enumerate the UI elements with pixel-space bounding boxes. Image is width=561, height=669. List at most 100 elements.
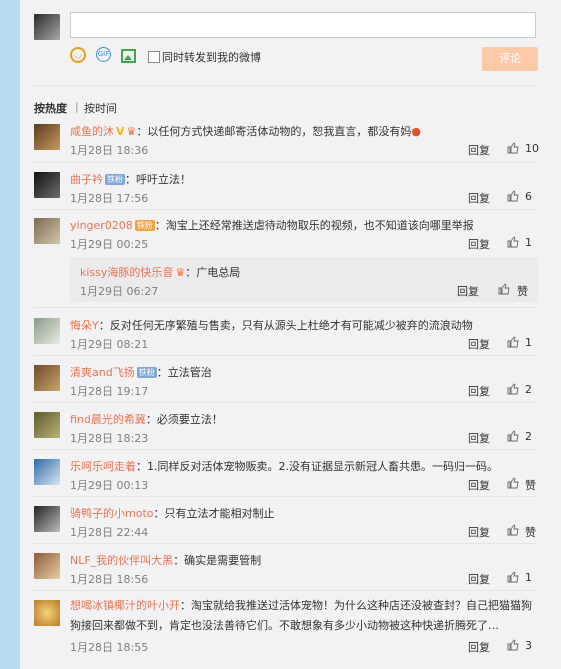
username[interactable]: 乐呵乐呵走着 (70, 460, 136, 473)
like-count: 1 (525, 336, 532, 349)
like-count: 1 (525, 571, 532, 584)
divider (34, 209, 538, 210)
reply-button[interactable]: 回复 (468, 430, 490, 446)
comment-text: ：确实是需要管制 (173, 554, 262, 567)
username[interactable]: 曲子衿 (70, 173, 103, 186)
divider (34, 307, 538, 308)
comment-date: 1月28日 18:55 (70, 641, 149, 654)
sort-separator: | (75, 100, 79, 113)
comment-date: 1月28日 18:36 (70, 144, 149, 157)
like-count: 6 (525, 190, 532, 203)
comment-date: 1月28日 18:23 (70, 432, 149, 445)
user-avatar[interactable] (34, 124, 60, 150)
comment-text: ：1.同样反对活体宠物贩卖。2.没有证据显示新冠人畜共患。一码归一码。 (136, 460, 498, 473)
reply-button[interactable]: 回复 (457, 283, 479, 299)
comment-text: ：广电总局 (185, 266, 241, 279)
user-avatar[interactable] (34, 318, 60, 344)
user-avatar[interactable] (34, 172, 60, 198)
comment-input[interactable] (70, 12, 536, 38)
username[interactable]: kissy海豚的快乐音 (80, 266, 173, 279)
reply-button[interactable]: 回复 (468, 336, 490, 352)
page-margin (0, 0, 20, 669)
username[interactable]: 咸鱼的沐 (70, 125, 114, 138)
comment-text: ：只有立法才能相对制止 (153, 507, 275, 520)
divider (34, 402, 538, 403)
comment-date: 1月28日 19:17 (70, 385, 149, 398)
comment-text: ：反对任何无序繁殖与售卖，只有从源头上杜绝才有可能减少被弃的流浪动物 (98, 319, 473, 332)
username[interactable]: find晨光的希冀 (70, 413, 146, 426)
comment-date: 1月28日 18:56 (70, 573, 149, 586)
thumbs-up-icon[interactable] (507, 524, 519, 536)
comment-date: 1月29日 08:21 (70, 338, 149, 351)
comment-date: 1月29日 00:25 (70, 238, 149, 251)
username[interactable]: yinger0208 (70, 219, 133, 232)
username[interactable]: 想喝冰镇椰汁的叶小开 (70, 599, 180, 612)
divider (34, 85, 538, 86)
comment-date: 1月28日 17:56 (70, 192, 149, 205)
thumbs-up-icon[interactable] (507, 336, 519, 348)
gif-label: GIF (97, 50, 110, 58)
comment-text: ：必须要立法！ (145, 413, 223, 426)
fan-badge: 铁粉 (105, 174, 125, 185)
reply-button[interactable]: 回复 (468, 142, 490, 158)
comment-date: 1月29日 06:27 (80, 285, 159, 298)
user-avatar[interactable] (34, 218, 60, 244)
user-avatar[interactable] (34, 412, 60, 438)
like-count: 赞 (525, 479, 536, 492)
divider (34, 162, 538, 163)
user-avatar[interactable] (34, 506, 60, 532)
reply-button[interactable]: 回复 (468, 236, 490, 252)
user-avatar[interactable] (34, 365, 60, 391)
reply-button[interactable]: 回复 (468, 639, 490, 655)
comment-text: ：呼吁立法！ (125, 173, 191, 186)
thumbs-up-icon[interactable] (507, 190, 519, 202)
user-avatar[interactable] (34, 553, 60, 579)
username[interactable]: NLF_我的伙伴叫大黑 (70, 554, 173, 567)
emoji-icon[interactable]: ◡ (70, 47, 86, 63)
repost-checkbox[interactable] (148, 51, 160, 63)
reply-button[interactable]: 回复 (468, 571, 490, 587)
comment-panel: ◡ GIF 同时转发到我的微博 评论 按热度 | 按时间 咸鱼的沐 V ♛：以任何方… (20, 0, 561, 669)
submit-comment-button[interactable]: 评论 (482, 47, 538, 71)
thumbs-up-icon[interactable] (507, 477, 519, 489)
reply-button[interactable]: 回复 (468, 190, 490, 206)
my-avatar[interactable] (34, 14, 60, 40)
username[interactable]: 悔朵Y (70, 319, 99, 332)
emoji-icon: ● (411, 125, 421, 138)
comment-text: ：淘宝上还经常推送虐待动物取乐的视频，也不知道该向哪里举报 (154, 219, 474, 232)
like-count: 2 (525, 430, 532, 443)
thumbs-up-icon[interactable] (507, 571, 519, 583)
reply-button[interactable]: 回复 (468, 524, 490, 540)
thumbs-up-icon[interactable] (507, 430, 519, 442)
comment-text: ：以任何方式快递邮寄活体动物的，恕我直言，都没有妈 (136, 125, 412, 138)
thumbs-up-icon[interactable] (507, 639, 519, 651)
fan-icon: ♛ (126, 125, 137, 138)
fan-icon: ♛ (175, 266, 186, 279)
vip-icon: V (116, 125, 125, 138)
user-avatar[interactable] (34, 459, 60, 485)
thumbs-up-icon[interactable] (507, 383, 519, 395)
divider (34, 543, 538, 544)
like-count: 1 (525, 236, 532, 249)
username[interactable]: 骑鸭子的小moto (70, 507, 154, 520)
fan-badge: 铁粉 (134, 220, 155, 231)
sort-by-time-tab[interactable]: 按时间 (84, 100, 117, 116)
like-count: 10 (525, 142, 539, 155)
username[interactable]: 清爽and飞扬 (70, 366, 135, 379)
thumbs-up-icon[interactable] (507, 142, 519, 154)
like-count: 赞 (517, 285, 528, 298)
user-avatar[interactable] (34, 600, 60, 626)
repost-label: 同时转发到我的微博 (162, 51, 261, 64)
reply-button[interactable]: 回复 (468, 383, 490, 399)
comment-text: ：立法管治 (156, 366, 212, 379)
divider (34, 449, 538, 450)
divider (34, 590, 538, 591)
like-count: 3 (525, 639, 532, 652)
thumbs-up-icon[interactable] (498, 283, 510, 295)
gif-icon[interactable]: GIF (96, 47, 111, 62)
image-icon[interactable] (121, 49, 136, 63)
sort-by-hot-tab[interactable]: 按热度 (34, 100, 67, 116)
thumbs-up-icon[interactable] (507, 236, 519, 248)
comment-date: 1月28日 22:44 (70, 526, 149, 539)
reply-button[interactable]: 回复 (468, 477, 490, 493)
